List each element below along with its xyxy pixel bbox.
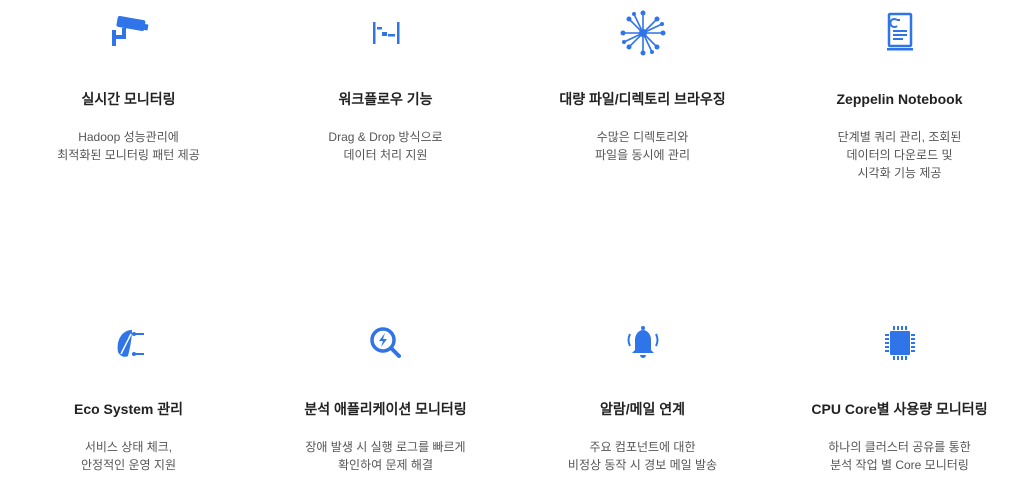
cpu-chip-icon bbox=[875, 318, 925, 368]
feature-title: 알람/메일 연계 bbox=[599, 401, 686, 417]
feature-description-line: 비정상 동작 시 경보 메일 발송 bbox=[567, 458, 718, 472]
feature-title: 실시간 모니터링 bbox=[81, 91, 176, 107]
ecosystem-leaf-icon bbox=[104, 318, 154, 368]
feature-description-line: 분석 작업 별 Core 모니터링 bbox=[830, 458, 969, 472]
feature-description-line: 파일을 동시에 관리 bbox=[595, 148, 690, 162]
feature-description-line: 데이터의 다운로드 및 bbox=[846, 148, 953, 162]
feature-description-line: 장애 발생 시 실행 로그를 빠르게 bbox=[305, 440, 466, 454]
feature-description: Drag & Drop 방식으로 데이터 처리 지원 bbox=[257, 128, 514, 164]
feature-item: Eco System 관리 서비스 상태 체크, 안정적인 운영 지원 bbox=[0, 318, 257, 474]
notebook-icon bbox=[875, 8, 925, 58]
feature-description-line: 서비스 상태 체크, bbox=[84, 440, 173, 454]
feature-description: 수많은 디렉토리와 파일을 동시에 관리 bbox=[514, 128, 771, 164]
feature-description-line: Drag & Drop 방식으로 bbox=[328, 130, 443, 144]
feature-description-line: Hadoop 성능관리에 bbox=[78, 130, 179, 144]
feature-description: 장애 발생 시 실행 로그를 빠르게 확인하여 문제 해결 bbox=[257, 438, 514, 474]
feature-description: Hadoop 성능관리에 최적화된 모니터링 패턴 제공 bbox=[0, 128, 257, 164]
feature-description-line: 데이터 처리 지원 bbox=[343, 148, 428, 162]
network-node-icon bbox=[618, 8, 668, 58]
feature-item: Zeppelin Notebook 단계별 쿼리 관리, 조회된 데이터의 다운… bbox=[771, 8, 1028, 182]
feature-item: 알람/메일 연계 주요 컴포넌트에 대한 비정상 동작 시 경보 메일 발송 bbox=[514, 318, 771, 474]
feature-item: 분석 애플리케이션 모니터링 장애 발생 시 실행 로그를 빠르게 확인하여 문… bbox=[257, 318, 514, 474]
feature-description-line: 주요 컴포넌트에 대한 bbox=[589, 440, 696, 454]
feature-description-line: 하나의 클러스터 공유를 통한 bbox=[828, 440, 971, 454]
feature-description-line: 시각화 기능 제공 bbox=[857, 166, 942, 180]
feature-title: Zeppelin Notebook bbox=[836, 91, 963, 107]
feature-description-line: 단계별 쿼리 관리, 조회된 bbox=[837, 130, 962, 144]
feature-title: 대량 파일/디렉토리 브라우징 bbox=[559, 91, 726, 107]
feature-description: 주요 컴포넌트에 대한 비정상 동작 시 경보 메일 발송 bbox=[514, 438, 771, 474]
feature-item: 워크플로우 기능 Drag & Drop 방식으로 데이터 처리 지원 bbox=[257, 8, 514, 164]
feature-description: 하나의 클러스터 공유를 통한 분석 작업 별 Core 모니터링 bbox=[771, 438, 1028, 474]
feature-item: 실시간 모니터링 Hadoop 성능관리에 최적화된 모니터링 패턴 제공 bbox=[0, 8, 257, 164]
bell-alarm-icon bbox=[618, 318, 668, 368]
feature-title: 워크플로우 기능 bbox=[338, 91, 433, 107]
feature-description-line: 확인하여 문제 해결 bbox=[338, 458, 433, 472]
feature-description-line: 수많은 디렉토리와 bbox=[596, 130, 689, 144]
feature-description: 단계별 쿼리 관리, 조회된 데이터의 다운로드 및 시각화 기능 제공 bbox=[771, 128, 1028, 182]
search-bolt-icon bbox=[361, 318, 411, 368]
feature-title: 분석 애플리케이션 모니터링 bbox=[304, 401, 467, 417]
feature-item: 대량 파일/디렉토리 브라우징 수많은 디렉토리와 파일을 동시에 관리 bbox=[514, 8, 771, 164]
feature-item: CPU Core별 사용량 모니터링 하나의 클러스터 공유를 통한 분석 작업… bbox=[771, 318, 1028, 474]
feature-title: Eco System 관리 bbox=[73, 401, 184, 417]
feature-description-line: 안정적인 운영 지원 bbox=[81, 458, 176, 472]
workflow-icon bbox=[361, 8, 411, 58]
feature-title: CPU Core별 사용량 모니터링 bbox=[811, 401, 988, 417]
feature-description-line: 최적화된 모니터링 패턴 제공 bbox=[57, 148, 200, 162]
feature-description: 서비스 상태 체크, 안정적인 운영 지원 bbox=[0, 438, 257, 474]
feature-grid: 실시간 모니터링 Hadoop 성능관리에 최적화된 모니터링 패턴 제공 워크… bbox=[0, 0, 1028, 492]
cctv-camera-icon bbox=[104, 8, 154, 58]
